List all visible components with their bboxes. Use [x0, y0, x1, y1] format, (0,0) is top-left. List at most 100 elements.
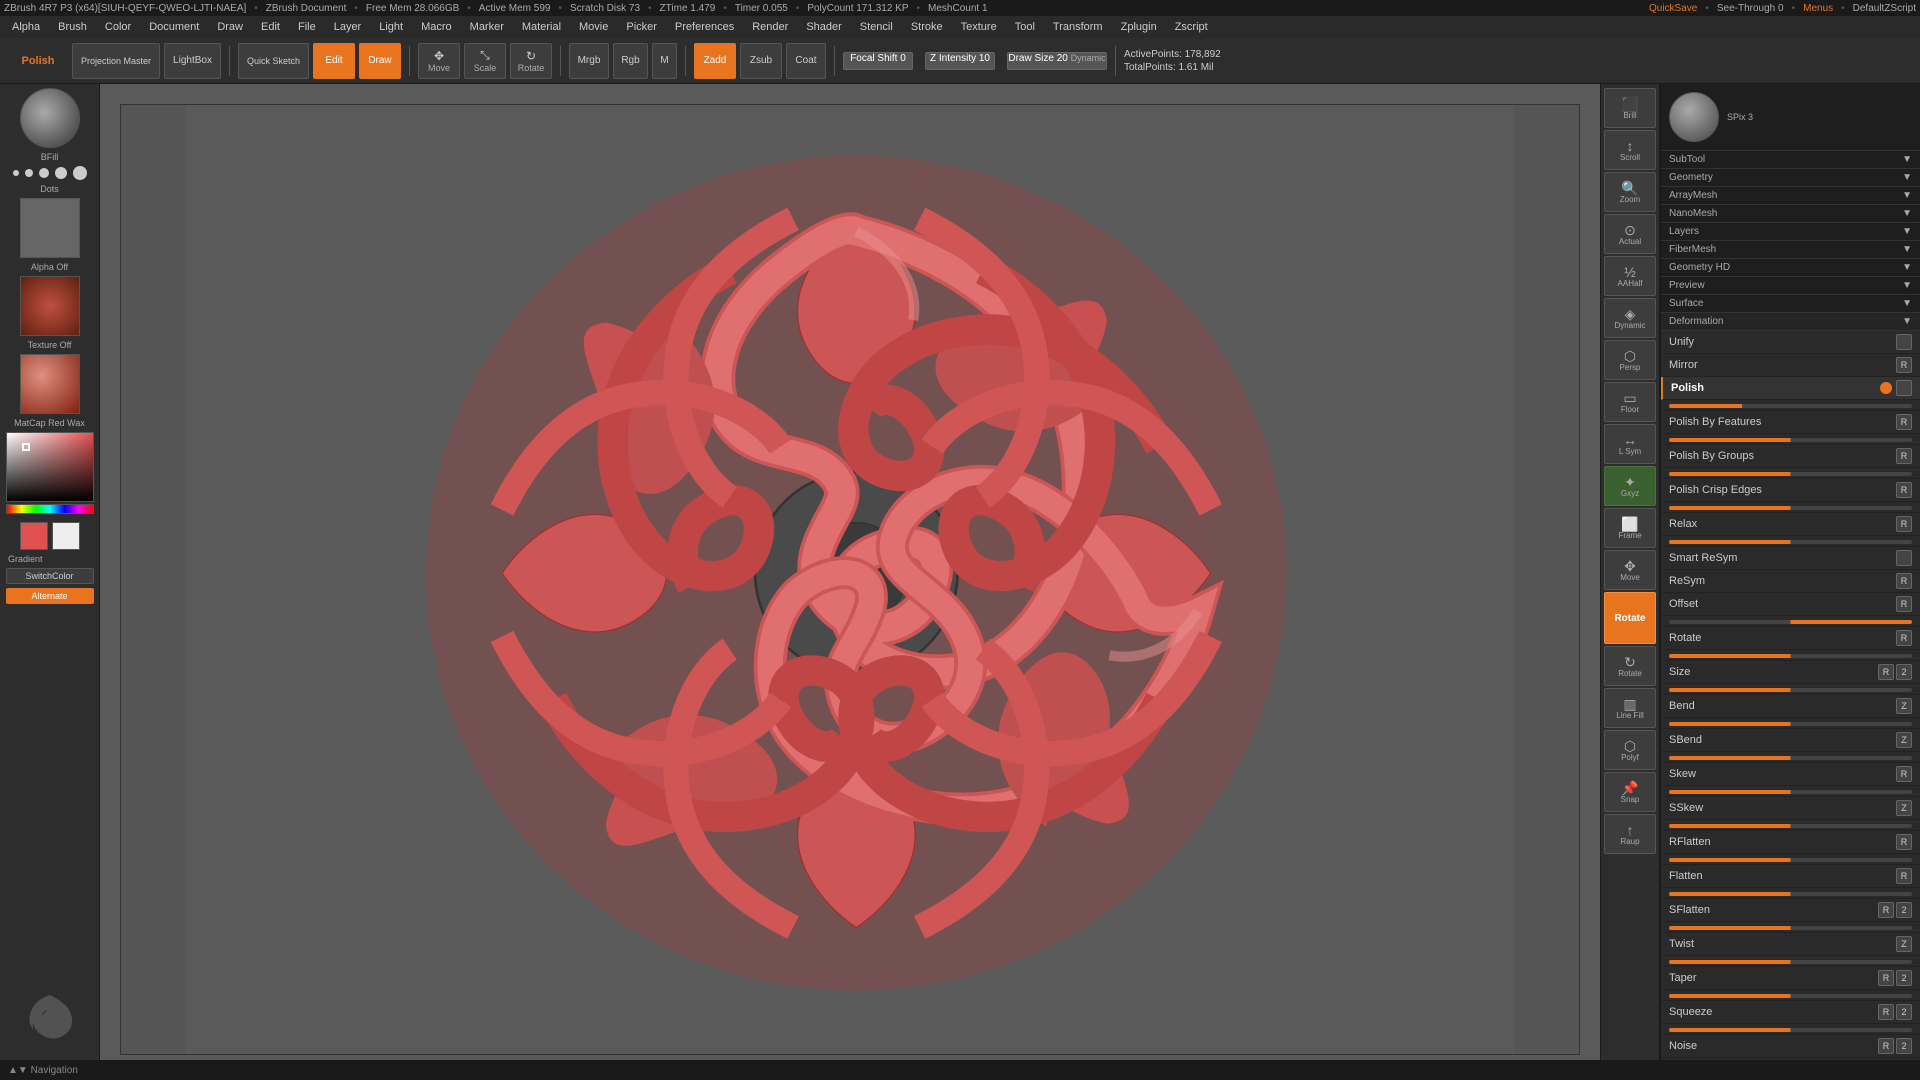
raup-btn[interactable]: ↑ Raup: [1604, 814, 1656, 854]
polyf-btn[interactable]: ⬡ Polyf: [1604, 730, 1656, 770]
alternate-btn[interactable]: Alternate: [6, 588, 94, 604]
polish-crisp-slider-row[interactable]: [1661, 502, 1920, 513]
size-r-btn[interactable]: R: [1878, 664, 1894, 680]
menu-picker[interactable]: Picker: [618, 19, 665, 35]
snap-btn[interactable]: 📌 Snap: [1604, 772, 1656, 812]
menu-tool[interactable]: Tool: [1007, 19, 1043, 35]
zoom-btn[interactable]: 🔍 Zoom: [1604, 172, 1656, 212]
tool-sphere-preview[interactable]: [1669, 92, 1719, 142]
aahalf-btn[interactable]: ½ AAHalf: [1604, 256, 1656, 296]
menu-material[interactable]: Material: [514, 19, 569, 35]
texture-preview[interactable]: [20, 276, 80, 336]
polish-features-slider-row[interactable]: [1661, 434, 1920, 445]
sflatten-r-btn[interactable]: R: [1878, 902, 1894, 918]
squeeze-2-btn[interactable]: 2: [1896, 1004, 1912, 1020]
menu-alpha[interactable]: Alpha: [4, 19, 48, 35]
geometry-section-top[interactable]: Geometry ▼: [1661, 169, 1920, 187]
deform-rotate-btn[interactable]: R: [1896, 630, 1912, 646]
deformation-relax[interactable]: Relax R: [1661, 513, 1920, 536]
deformation-taper[interactable]: Taper R 2: [1661, 967, 1920, 990]
flatten-slider[interactable]: [1669, 892, 1912, 896]
gxyz-btn[interactable]: ✦ Gxyz: [1604, 466, 1656, 506]
menu-zscript[interactable]: Zscript: [1167, 19, 1216, 35]
polish-btn-r[interactable]: [1896, 380, 1912, 396]
sbend-slider[interactable]: [1669, 756, 1912, 760]
noise-2-btn[interactable]: 2: [1896, 1038, 1912, 1054]
rgb-btn[interactable]: Rgb: [613, 43, 648, 79]
deformation-mirror[interactable]: Mirror R: [1661, 354, 1920, 377]
menus-btn[interactable]: Menus: [1803, 3, 1833, 14]
scroll-btn[interactable]: ↕ Scroll: [1604, 130, 1656, 170]
frame-btn[interactable]: ⬜ Frame: [1604, 508, 1656, 548]
flatten-btn[interactable]: R: [1896, 868, 1912, 884]
geometry-hd-section[interactable]: Geometry HD ▼: [1661, 259, 1920, 277]
polish-groups-slider-row[interactable]: [1661, 468, 1920, 479]
skew-btn[interactable]: R: [1896, 766, 1912, 782]
sskew-slider[interactable]: [1669, 824, 1912, 828]
menu-brush[interactable]: Brush: [50, 19, 95, 35]
deformation-rflatten[interactable]: RFlatten R: [1661, 831, 1920, 854]
nanomesh-section[interactable]: NanoMesh ▼: [1661, 205, 1920, 223]
deformation-sskew[interactable]: SSkew Z: [1661, 797, 1920, 820]
deformation-sflatten[interactable]: SFlatten R 2: [1661, 899, 1920, 922]
taper-slider[interactable]: [1669, 994, 1912, 998]
polish-features-btn[interactable]: R: [1896, 414, 1912, 430]
m-btn[interactable]: M: [652, 43, 677, 79]
matcap-preview[interactable]: [20, 354, 80, 414]
menu-render[interactable]: Render: [744, 19, 796, 35]
hue-bar[interactable]: [6, 504, 94, 514]
surface-section[interactable]: Surface ▼: [1661, 295, 1920, 313]
mirror-btn[interactable]: R: [1896, 357, 1912, 373]
default-script[interactable]: DefaultZScript: [1853, 3, 1916, 14]
foreground-color[interactable]: [20, 522, 48, 550]
deformation-polish-crisp[interactable]: Polish Crisp Edges R: [1661, 479, 1920, 502]
deformation-rotate[interactable]: Rotate R: [1661, 627, 1920, 650]
size-slider[interactable]: [1669, 688, 1912, 692]
actual-btn[interactable]: ⊙ Actual: [1604, 214, 1656, 254]
deformation-polish-groups[interactable]: Polish By Groups R: [1661, 445, 1920, 468]
quick-save-btn[interactable]: QuickSave: [1649, 3, 1697, 14]
polish-crisp-btn[interactable]: R: [1896, 482, 1912, 498]
deformation-section[interactable]: Deformation ▼: [1661, 313, 1920, 331]
floor-btn[interactable]: ▭ Floor: [1604, 382, 1656, 422]
move-view-btn[interactable]: ✥ Move: [1604, 550, 1656, 590]
unify-btn[interactable]: [1896, 334, 1912, 350]
squeeze-slider[interactable]: [1669, 1028, 1912, 1032]
deformation-twist[interactable]: Twist Z: [1661, 933, 1920, 956]
menu-preferences[interactable]: Preferences: [667, 19, 742, 35]
color-spectrum[interactable]: [6, 432, 94, 502]
switch-color-btn[interactable]: SwitchColor: [6, 568, 94, 584]
brush-preview[interactable]: [20, 88, 80, 148]
menu-macro[interactable]: Macro: [413, 19, 460, 35]
skew-slider[interactable]: [1669, 790, 1912, 794]
menu-document[interactable]: Document: [141, 19, 207, 35]
offset-slider[interactable]: [1669, 620, 1912, 624]
menu-draw[interactable]: Draw: [209, 19, 251, 35]
coat-btn[interactable]: Coat: [786, 43, 826, 79]
lightbox-btn[interactable]: LightBox: [164, 43, 221, 79]
offset-slider-row[interactable]: [1661, 616, 1920, 627]
rotate-btn[interactable]: ↻ Rotate: [510, 43, 552, 79]
line-fill-btn[interactable]: ▥ Line Fill: [1604, 688, 1656, 728]
scale-btn[interactable]: ⤡ Scale: [464, 43, 506, 79]
resym-btn[interactable]: R: [1896, 573, 1912, 589]
draw-btn[interactable]: Draw: [359, 43, 401, 79]
sbend-btn[interactable]: Z: [1896, 732, 1912, 748]
smart-resym-btn[interactable]: [1896, 550, 1912, 566]
focal-shift-value[interactable]: Focal Shift 0: [843, 52, 913, 70]
menu-texture[interactable]: Texture: [953, 19, 1005, 35]
size-2-btn[interactable]: 2: [1896, 664, 1912, 680]
zadd-btn[interactable]: Zadd: [694, 43, 736, 79]
deformation-polish[interactable]: Polish: [1661, 377, 1920, 400]
canvas-area[interactable]: [100, 84, 1600, 1060]
draw-size-value[interactable]: Draw Size 20 Dynamic: [1007, 52, 1107, 70]
arraymesh-section[interactable]: ArrayMesh ▼: [1661, 187, 1920, 205]
menu-movie[interactable]: Movie: [571, 19, 616, 35]
relax-slider-row[interactable]: [1661, 536, 1920, 547]
lsym-btn[interactable]: ↔ L Sym: [1604, 424, 1656, 464]
polish-btn[interactable]: Rotate: [1604, 592, 1656, 644]
rotate-view-btn[interactable]: ↻ Rotate: [1604, 646, 1656, 686]
deformation-flatten[interactable]: Flatten R: [1661, 865, 1920, 888]
menu-marker[interactable]: Marker: [462, 19, 512, 35]
polish-slider-row[interactable]: [1661, 400, 1920, 411]
